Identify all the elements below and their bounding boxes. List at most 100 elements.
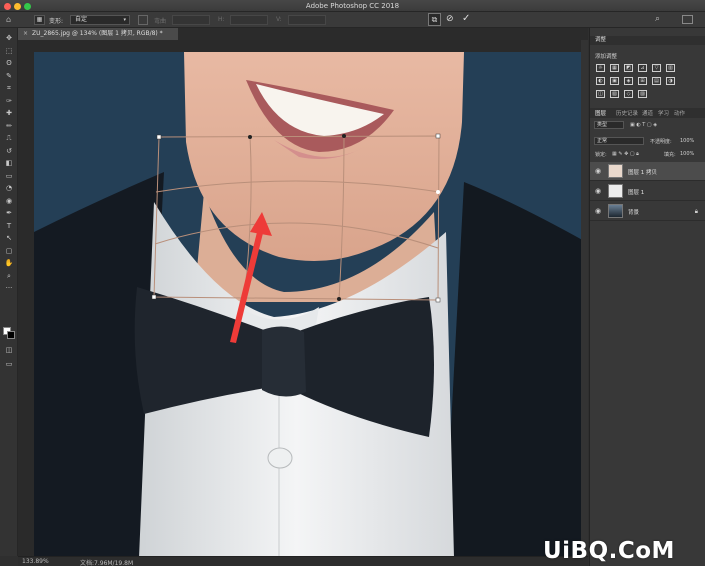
fill-value[interactable]: 100% (680, 151, 694, 157)
document-tab[interactable]: × ZU_2865.jpg @ 134% (图层 1 拷贝, RGB/8) * (18, 28, 178, 40)
adjustment-icon[interactable]: ◈ (624, 77, 633, 85)
layer-filter-select[interactable]: 类型 (594, 121, 624, 129)
zoom-level[interactable]: 133.89% (22, 558, 49, 565)
adjustment-icon[interactable]: ☼ (596, 64, 605, 72)
blend-mode-value: 正常 (597, 138, 608, 144)
fill-label: 填充: (664, 152, 676, 158)
layers-panel-tabs: 图层 历史记录 通道 学习 动作 (590, 108, 705, 118)
watermark: UiBQ.CoM (543, 538, 675, 564)
layer-name: 背景 (628, 210, 640, 216)
marquee-icon[interactable]: ⬚ (4, 47, 14, 56)
hand-icon[interactable]: ✋ (4, 259, 14, 268)
bend-field[interactable] (172, 15, 210, 25)
h-field[interactable] (230, 15, 268, 25)
cancel-icon[interactable]: ⊘ (446, 14, 454, 24)
eraser-icon[interactable]: ◧ (4, 159, 14, 168)
adjustment-icon[interactable]: ▧ (610, 90, 619, 98)
adjustment-icon[interactable]: ⊞ (638, 77, 647, 85)
adjustment-icon[interactable]: ▤ (652, 77, 661, 85)
brush-icon[interactable]: ✏ (4, 122, 14, 131)
filter-type-label: 类型 (597, 122, 608, 128)
tool-preset-button[interactable]: ▦ (34, 15, 45, 25)
screen-mode-icon[interactable]: ▭ (4, 360, 14, 369)
lasso-icon[interactable]: ʘ (4, 59, 14, 68)
tab-learn[interactable]: 学习 (658, 109, 669, 117)
document-photo[interactable] (34, 52, 586, 558)
v-label: V: (276, 16, 282, 23)
warp-label: 变形: (49, 18, 64, 25)
layer-row-background[interactable]: ◉ 背景 🔒︎ (590, 202, 705, 221)
history-brush-icon[interactable]: ↺ (4, 147, 14, 156)
adjustment-icon[interactable]: ◩ (624, 64, 633, 72)
eye-icon[interactable]: ◉ (595, 207, 601, 215)
gradient-icon[interactable]: ▭ (4, 172, 14, 181)
layer-thumbnail (608, 164, 623, 178)
layer-row-copy[interactable]: ◉ 图层 1 拷贝 (590, 162, 705, 181)
adjustment-icon[interactable]: ◇ (624, 90, 633, 98)
adjustment-icon[interactable]: ▣ (610, 77, 619, 85)
app-title: Adobe Photoshop CC 2018 (305, 2, 400, 10)
tab-layers[interactable]: 图层 (595, 109, 606, 117)
vertical-scrollbar[interactable] (581, 40, 588, 556)
layer-filter-row: 类型 ▣ ◐ T ▢ ◈ (594, 121, 702, 130)
move-icon[interactable]: ✥ (4, 34, 14, 43)
filter-icons[interactable]: ▣ ◐ T ▢ ◈ (630, 122, 657, 128)
adjustment-icon[interactable]: ▽ (652, 64, 661, 72)
zoom-icon[interactable]: ⌕ (4, 272, 14, 281)
eyedropper-icon[interactable]: ✑ (4, 97, 14, 106)
tab-actions[interactable]: 动作 (674, 109, 685, 117)
close-icon[interactable]: × (23, 30, 28, 37)
adjustment-icon[interactable]: ◑ (666, 77, 675, 85)
type-icon[interactable]: T (4, 222, 14, 231)
title-bar: Adobe Photoshop CC 2018 (0, 0, 705, 12)
adjustment-icon[interactable]: ▥ (666, 64, 675, 72)
blend-mode-select[interactable]: 正常 (594, 137, 644, 145)
adjustments-panel-tab[interactable]: 调整 (590, 36, 705, 45)
search-icon[interactable]: ⌕ (655, 14, 660, 24)
photo-illustration (34, 52, 586, 558)
lock-icons[interactable]: ▦ ✎ ✥ ▢ 🔒︎ (612, 151, 639, 157)
options-bar: ⌂ ▦ 变形: 自定 ▾ 弯曲 H: V: ⧉ ⊘ ✓ ⌕ (0, 12, 705, 28)
v-field[interactable] (288, 15, 326, 25)
blur-icon[interactable]: ◔ (4, 184, 14, 193)
adjustment-icon[interactable]: ▨ (638, 90, 647, 98)
path-select-icon[interactable]: ↖ (4, 234, 14, 243)
bend-label: 弯曲 (154, 18, 167, 25)
layer-name: 图层 1 拷贝 (628, 170, 657, 176)
more-icon[interactable]: ··· (4, 284, 14, 293)
quick-select-icon[interactable]: ✎ (4, 72, 14, 81)
canvas-area[interactable] (18, 40, 588, 558)
tab-channels[interactable]: 通道 (642, 109, 653, 117)
h-label: H: (218, 16, 225, 23)
workspace-icon[interactable] (682, 15, 693, 24)
warp-mode-icon[interactable]: ⧉ (428, 13, 441, 26)
adjustment-icon[interactable]: ◐ (596, 77, 605, 85)
healing-icon[interactable]: ✚ (4, 109, 14, 118)
adjustment-icon[interactable]: ◫ (596, 90, 605, 98)
right-panels: 调整 添加调整 ☼ ▦ ◩ ⊿ ▽ ▥ ◐ ▣ ◈ ⊞ ▤ ◑ ◫ ▧ ◇ ▨ 图层 历史记录 通道 学习 动… (589, 28, 705, 566)
pen-icon[interactable]: ✒ (4, 209, 14, 218)
background-color-swatch[interactable] (7, 331, 15, 339)
adjustment-icon[interactable]: ▦ (610, 64, 619, 72)
dodge-icon[interactable]: ◉ (4, 197, 14, 206)
status-bar: 133.89% 文档:7.96M/19.8M (18, 556, 588, 566)
shape-icon[interactable]: ▢ (4, 247, 14, 256)
eye-icon[interactable]: ◉ (595, 167, 601, 175)
warp-style-select[interactable]: 自定 ▾ (70, 15, 130, 25)
tab-history[interactable]: 历史记录 (616, 109, 638, 117)
warp-style-value: 自定 (75, 16, 88, 23)
opacity-label: 不透明度: (650, 139, 672, 145)
adjustment-icon[interactable]: ⊿ (638, 64, 647, 72)
layer-row-layer1[interactable]: ◉ 图层 1 (590, 182, 705, 201)
crop-icon[interactable]: ⌗ (4, 84, 14, 93)
stamp-icon[interactable]: ⎍ (4, 134, 14, 143)
quick-mask-icon[interactable]: ◫ (4, 346, 14, 355)
commit-icon[interactable]: ✓ (462, 13, 470, 24)
home-icon[interactable]: ⌂ (6, 15, 16, 24)
opacity-value[interactable]: 100% (680, 138, 694, 144)
warp-grid-icon[interactable] (138, 15, 148, 25)
chevron-down-icon: ▾ (123, 17, 126, 23)
eye-icon[interactable]: ◉ (595, 187, 601, 195)
layer-thumbnail (608, 204, 623, 218)
layer-name: 图层 1 (628, 190, 645, 196)
